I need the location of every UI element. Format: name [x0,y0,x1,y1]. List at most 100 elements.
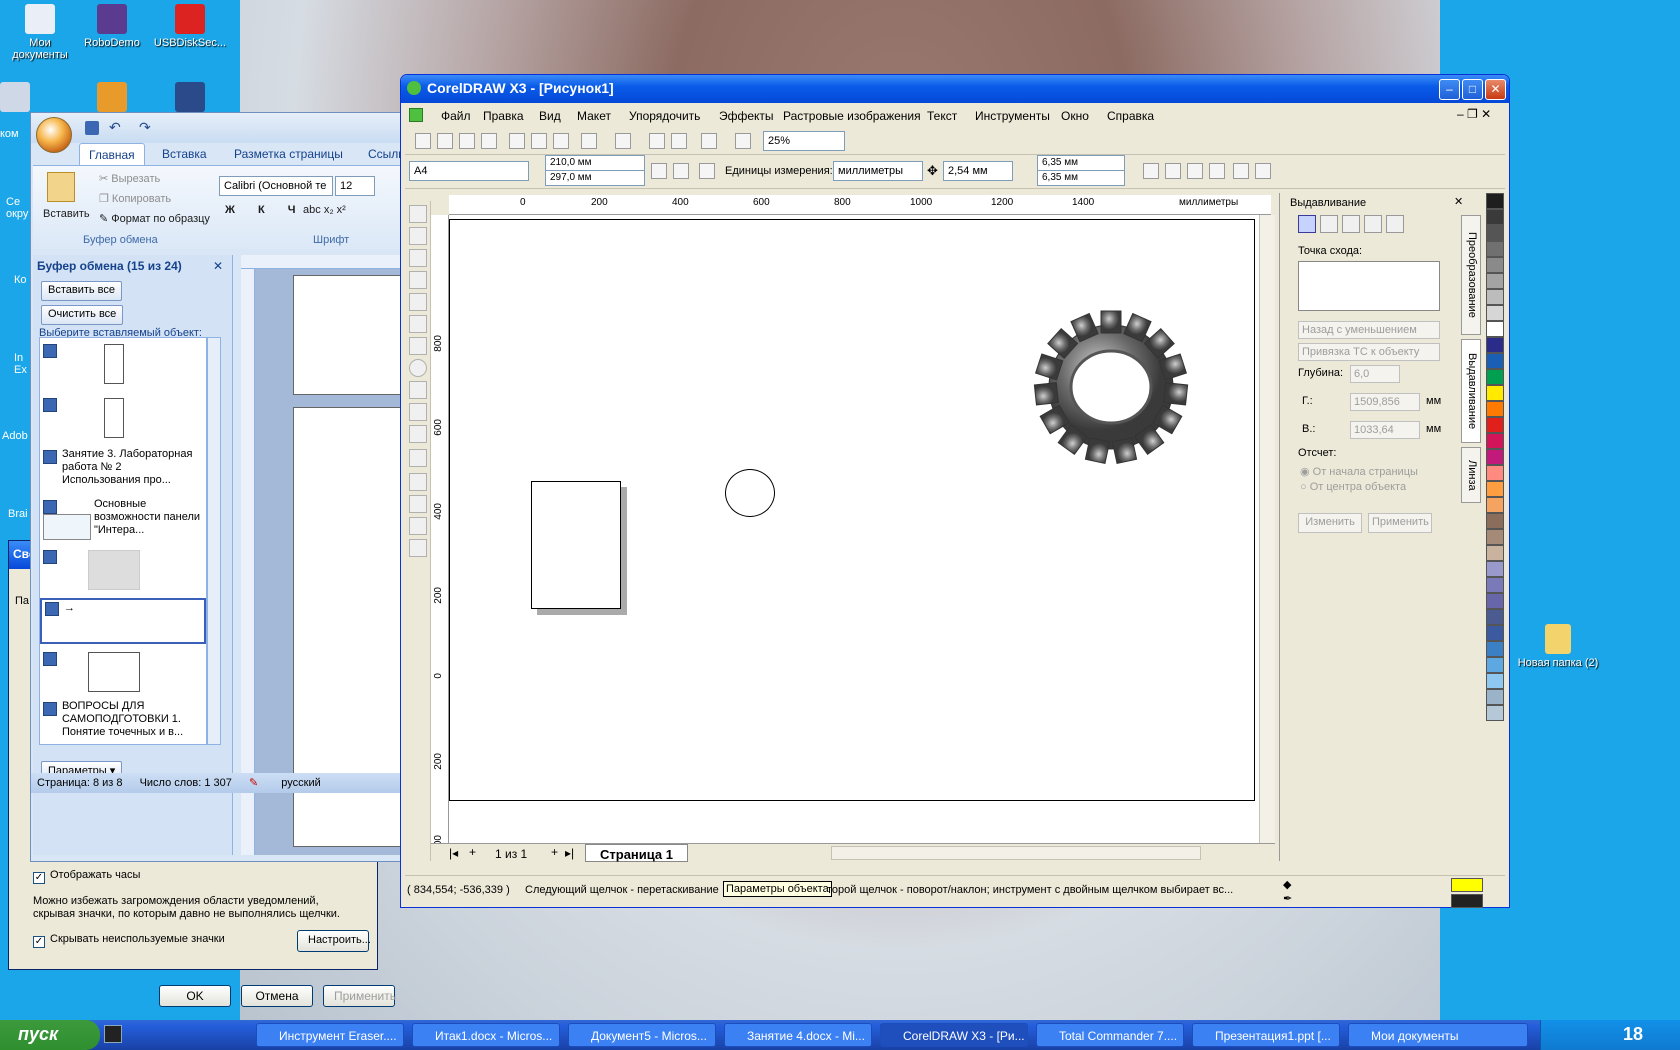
doc-window-controls[interactable]: – ❐ ✕ [1457,107,1491,121]
list-item[interactable] [40,396,206,442]
close-icon[interactable]: ✕ [213,259,223,273]
desktop-icon-computer[interactable] [0,82,50,115]
subscript-button[interactable]: x₂ [324,204,334,216]
basic-shapes-tool-icon[interactable] [409,403,427,421]
outline-tool-icon[interactable] [409,495,427,513]
last-page-button[interactable]: ▸| [565,846,574,860]
desktop-icon-usbdisk[interactable]: USBDiskSec... [150,4,230,49]
rotation-tab-icon[interactable] [1320,215,1338,233]
ok-button[interactable]: OK [159,985,231,1007]
format-buttons[interactable]: Ж К Ч [225,204,306,216]
document-page[interactable] [293,275,401,395]
units-select[interactable]: миллиметры [833,161,923,181]
palette-swatch[interactable] [1486,353,1504,369]
start-button[interactable]: пуск [0,1020,100,1050]
palette-swatch[interactable] [1486,305,1504,321]
palette-swatch[interactable] [1486,289,1504,305]
menu-window[interactable]: Окно [1061,109,1089,123]
dynamic-guides-icon[interactable] [1209,163,1225,179]
bold-button[interactable]: Ж [225,204,245,216]
show-clock-checkbox[interactable]: ✓ Отображать часы [33,869,140,884]
eyedropper-tool-icon[interactable] [409,473,427,491]
task-document5[interactable]: Документ5 - Micros... [568,1023,716,1047]
page-tab[interactable]: Страница 1 [585,844,688,862]
palette-swatch[interactable] [1486,689,1504,705]
extrude-type-select[interactable]: Назад с уменьшением [1298,321,1440,339]
desktop-icon-app2[interactable] [150,82,230,115]
strike-button[interactable]: abc [303,204,321,216]
dialog-tab[interactable]: Па [15,595,29,607]
save-icon[interactable] [459,133,475,149]
rectangle-shape[interactable] [531,481,621,609]
palette-swatch[interactable] [1486,497,1504,513]
task-eraser[interactable]: Инструмент Eraser.... [256,1023,404,1047]
polygon-tool-icon[interactable] [409,381,427,399]
zoom-tool-icon[interactable] [409,271,427,289]
add-page-after-button[interactable]: + [551,845,558,859]
tab-extrude[interactable]: Выдавливание [1461,339,1481,443]
superscript-button[interactable]: x² [337,204,346,216]
h-input[interactable]: 1509,856 [1350,393,1420,411]
outline-color-swatch[interactable] [1451,894,1483,908]
palette-swatch[interactable] [1486,545,1504,561]
page-width-input[interactable]: 210,0 мм [545,155,645,171]
duplicate-x-input[interactable]: 6,35 мм [1037,155,1125,171]
treat-as-filled-icon[interactable] [1233,163,1249,179]
landscape-icon[interactable] [673,163,689,179]
palette-swatch[interactable] [1486,273,1504,289]
palette-swatch[interactable] [1486,401,1504,417]
italic-button[interactable]: К [258,204,275,216]
cancel-button[interactable]: Отмена [241,985,313,1007]
print-icon[interactable] [481,133,497,149]
drawing-canvas[interactable] [449,215,1259,855]
menu-help[interactable]: Справка [1107,109,1154,123]
desktop-icon-new-folder[interactable]: Новая папка (2) [1516,624,1600,669]
desktop-icon-my-documents[interactable]: Мои документы [0,4,80,61]
menu-text[interactable]: Текст [927,109,957,123]
page-layout-icon[interactable] [699,163,715,179]
pick-tool-icon[interactable] [409,205,427,223]
task-presentation[interactable]: Презентация1.ppt [... [1192,1023,1340,1047]
palette-swatch[interactable] [1486,385,1504,401]
save-icon[interactable] [85,121,99,135]
tab-lens[interactable]: Линза [1461,447,1481,503]
paste-icon[interactable] [553,133,569,149]
customize-button[interactable]: Настроить... [297,930,371,952]
export-icon[interactable] [671,133,687,149]
ellipse-tool-icon[interactable] [409,359,427,377]
format-painter-button[interactable]: ✎ Формат по образцу [99,212,210,225]
snap-grid-icon[interactable] [1143,163,1159,179]
clipboard-list[interactable]: Занятие 3. Лабораторная работа № 2 Испол… [39,337,207,745]
page-size-select[interactable]: A4 [409,161,529,181]
vertical-ruler[interactable]: 800 600 400 200 0 200 400 [431,215,449,855]
redo-icon[interactable]: ↷ [139,119,151,136]
color-tab-icon[interactable] [1364,215,1382,233]
cut-icon[interactable] [509,133,525,149]
undo-icon[interactable] [581,133,597,149]
palette-swatch[interactable] [1486,369,1504,385]
maximize-button[interactable]: □ [1462,79,1483,100]
duplicate-y-input[interactable]: 6,35 мм [1037,170,1125,186]
status-language[interactable]: русский [281,777,320,789]
edit-button[interactable]: Изменить [1298,513,1362,533]
snap-guides-icon[interactable] [1165,163,1181,179]
apply-button[interactable]: Применить [323,985,396,1007]
paste-button[interactable]: Вставить [43,208,90,220]
hide-unused-checkbox[interactable]: ✓ Скрывать неиспользуемые значки [33,933,225,948]
new-icon[interactable] [415,133,431,149]
clock[interactable]: 18 [1623,1024,1643,1044]
fill-tool-icon[interactable] [409,517,427,535]
menu-view[interactable]: Вид [539,109,561,123]
lighting-tab-icon[interactable] [1342,215,1360,233]
palette-swatch[interactable] [1486,561,1504,577]
format-buttons-2[interactable]: abc x₂ x² [303,204,346,216]
palette-swatch[interactable] [1486,513,1504,529]
vanishing-point-tab-icon[interactable] [1298,215,1316,233]
paste-icon[interactable] [47,172,75,202]
list-item[interactable] [40,342,206,390]
palette-swatch[interactable] [1486,241,1504,257]
zoom-select[interactable]: 25% [763,131,845,151]
redo-icon[interactable] [615,133,631,149]
quicklaunch-icon[interactable] [104,1025,122,1043]
add-page-button[interactable]: + [469,845,476,859]
